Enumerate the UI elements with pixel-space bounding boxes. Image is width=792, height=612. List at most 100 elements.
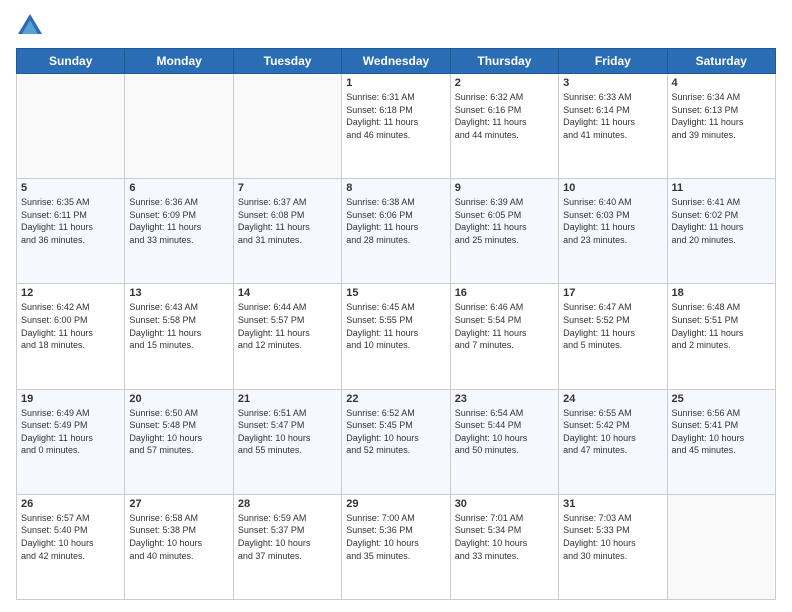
- day-number: 8: [346, 182, 445, 194]
- day-info: Sunrise: 7:01 AM Sunset: 5:34 PM Dayligh…: [455, 512, 554, 562]
- day-info: Sunrise: 7:03 AM Sunset: 5:33 PM Dayligh…: [563, 512, 662, 562]
- day-info: Sunrise: 6:44 AM Sunset: 5:57 PM Dayligh…: [238, 301, 337, 351]
- day-info: Sunrise: 6:57 AM Sunset: 5:40 PM Dayligh…: [21, 512, 120, 562]
- calendar-cell: 27 Sunrise: 6:58 AM Sunset: 5:38 PM Dayli…: [125, 494, 233, 599]
- day-header-sunday: Sunday: [17, 49, 125, 74]
- calendar-cell: 7 Sunrise: 6:37 AM Sunset: 6:08 PM Daylig…: [233, 179, 341, 284]
- day-header-tuesday: Tuesday: [233, 49, 341, 74]
- calendar-cell: 21 Sunrise: 6:51 AM Sunset: 5:47 PM Dayli…: [233, 389, 341, 494]
- calendar-cell: 18 Sunrise: 6:48 AM Sunset: 5:51 PM Dayli…: [667, 284, 775, 389]
- calendar-cell: [17, 74, 125, 179]
- day-number: 3: [563, 77, 662, 89]
- calendar: SundayMondayTuesdayWednesdayThursdayFrid…: [16, 48, 776, 600]
- day-number: 11: [672, 182, 771, 194]
- calendar-cell: 20 Sunrise: 6:50 AM Sunset: 5:48 PM Dayli…: [125, 389, 233, 494]
- day-number: 14: [238, 287, 337, 299]
- calendar-cell: 19 Sunrise: 6:49 AM Sunset: 5:49 PM Dayli…: [17, 389, 125, 494]
- calendar-cell: 24 Sunrise: 6:55 AM Sunset: 5:42 PM Dayli…: [559, 389, 667, 494]
- logo-icon: [16, 12, 44, 40]
- calendar-cell: 3 Sunrise: 6:33 AM Sunset: 6:14 PM Daylig…: [559, 74, 667, 179]
- calendar-cell: [125, 74, 233, 179]
- day-number: 23: [455, 393, 554, 405]
- day-info: Sunrise: 6:51 AM Sunset: 5:47 PM Dayligh…: [238, 407, 337, 457]
- calendar-cell: 29 Sunrise: 7:00 AM Sunset: 5:36 PM Dayli…: [342, 494, 450, 599]
- calendar-cell: 12Sunrise: 6:42 AM Sunset: 6:00 PM Dayli…: [17, 284, 125, 389]
- week-row-3: 12Sunrise: 6:42 AM Sunset: 6:00 PM Dayli…: [17, 284, 776, 389]
- calendar-cell: 11Sunrise: 6:41 AM Sunset: 6:02 PM Dayli…: [667, 179, 775, 284]
- day-number: 2: [455, 77, 554, 89]
- day-number: 31: [563, 498, 662, 510]
- day-info: Sunrise: 6:55 AM Sunset: 5:42 PM Dayligh…: [563, 407, 662, 457]
- day-header-wednesday: Wednesday: [342, 49, 450, 74]
- calendar-cell: [233, 74, 341, 179]
- day-number: 29: [346, 498, 445, 510]
- header: [16, 12, 776, 40]
- day-info: Sunrise: 6:39 AM Sunset: 6:05 PM Dayligh…: [455, 196, 554, 246]
- day-info: Sunrise: 6:56 AM Sunset: 5:41 PM Dayligh…: [672, 407, 771, 457]
- day-number: 7: [238, 182, 337, 194]
- calendar-cell: 26 Sunrise: 6:57 AM Sunset: 5:40 PM Dayli…: [17, 494, 125, 599]
- week-row-1: 1 Sunrise: 6:31 AM Sunset: 6:18 PM Daylig…: [17, 74, 776, 179]
- week-row-4: 19 Sunrise: 6:49 AM Sunset: 5:49 PM Dayli…: [17, 389, 776, 494]
- day-number: 1: [346, 77, 445, 89]
- calendar-cell: 28Sunrise: 6:59 AM Sunset: 5:37 PM Dayli…: [233, 494, 341, 599]
- calendar-cell: 9 Sunrise: 6:39 AM Sunset: 6:05 PM Daylig…: [450, 179, 558, 284]
- day-info: Sunrise: 7:00 AM Sunset: 5:36 PM Dayligh…: [346, 512, 445, 562]
- day-info: Sunrise: 6:40 AM Sunset: 6:03 PM Dayligh…: [563, 196, 662, 246]
- day-number: 10: [563, 182, 662, 194]
- day-number: 26: [21, 498, 120, 510]
- calendar-cell: 25Sunrise: 6:56 AM Sunset: 5:41 PM Dayli…: [667, 389, 775, 494]
- day-number: 27: [129, 498, 228, 510]
- calendar-cell: 31 Sunrise: 7:03 AM Sunset: 5:33 PM Dayli…: [559, 494, 667, 599]
- day-info: Sunrise: 6:35 AM Sunset: 6:11 PM Dayligh…: [21, 196, 120, 246]
- day-header-saturday: Saturday: [667, 49, 775, 74]
- day-info: Sunrise: 6:49 AM Sunset: 5:49 PM Dayligh…: [21, 407, 120, 457]
- day-number: 12: [21, 287, 120, 299]
- calendar-cell: 13 Sunrise: 6:43 AM Sunset: 5:58 PM Dayli…: [125, 284, 233, 389]
- day-info: Sunrise: 6:43 AM Sunset: 5:58 PM Dayligh…: [129, 301, 228, 351]
- day-info: Sunrise: 6:32 AM Sunset: 6:16 PM Dayligh…: [455, 91, 554, 141]
- day-number: 18: [672, 287, 771, 299]
- day-number: 6: [129, 182, 228, 194]
- calendar-cell: 16Sunrise: 6:46 AM Sunset: 5:54 PM Dayli…: [450, 284, 558, 389]
- day-info: Sunrise: 6:54 AM Sunset: 5:44 PM Dayligh…: [455, 407, 554, 457]
- calendar-cell: 23 Sunrise: 6:54 AM Sunset: 5:44 PM Dayli…: [450, 389, 558, 494]
- day-number: 21: [238, 393, 337, 405]
- day-info: Sunrise: 6:48 AM Sunset: 5:51 PM Dayligh…: [672, 301, 771, 351]
- day-info: Sunrise: 6:58 AM Sunset: 5:38 PM Dayligh…: [129, 512, 228, 562]
- calendar-cell: 15Sunrise: 6:45 AM Sunset: 5:55 PM Dayli…: [342, 284, 450, 389]
- day-number: 9: [455, 182, 554, 194]
- day-number: 22: [346, 393, 445, 405]
- day-info: Sunrise: 6:36 AM Sunset: 6:09 PM Dayligh…: [129, 196, 228, 246]
- day-info: Sunrise: 6:59 AM Sunset: 5:37 PM Dayligh…: [238, 512, 337, 562]
- calendar-cell: 14 Sunrise: 6:44 AM Sunset: 5:57 PM Dayli…: [233, 284, 341, 389]
- calendar-cell: 8 Sunrise: 6:38 AM Sunset: 6:06 PM Daylig…: [342, 179, 450, 284]
- calendar-cell: 22 Sunrise: 6:52 AM Sunset: 5:45 PM Dayli…: [342, 389, 450, 494]
- day-header-monday: Monday: [125, 49, 233, 74]
- day-info: Sunrise: 6:31 AM Sunset: 6:18 PM Dayligh…: [346, 91, 445, 141]
- calendar-cell: 2 Sunrise: 6:32 AM Sunset: 6:16 PM Daylig…: [450, 74, 558, 179]
- week-row-2: 5Sunrise: 6:35 AM Sunset: 6:11 PM Daylig…: [17, 179, 776, 284]
- calendar-cell: 17Sunrise: 6:47 AM Sunset: 5:52 PM Dayli…: [559, 284, 667, 389]
- day-info: Sunrise: 6:37 AM Sunset: 6:08 PM Dayligh…: [238, 196, 337, 246]
- day-number: 17: [563, 287, 662, 299]
- day-number: 20: [129, 393, 228, 405]
- calendar-cell: 30Sunrise: 7:01 AM Sunset: 5:34 PM Dayli…: [450, 494, 558, 599]
- day-number: 13: [129, 287, 228, 299]
- day-number: 19: [21, 393, 120, 405]
- day-info: Sunrise: 6:50 AM Sunset: 5:48 PM Dayligh…: [129, 407, 228, 457]
- day-number: 16: [455, 287, 554, 299]
- day-number: 15: [346, 287, 445, 299]
- day-number: 4: [672, 77, 771, 89]
- day-info: Sunrise: 6:52 AM Sunset: 5:45 PM Dayligh…: [346, 407, 445, 457]
- day-info: Sunrise: 6:33 AM Sunset: 6:14 PM Dayligh…: [563, 91, 662, 141]
- calendar-cell: 5Sunrise: 6:35 AM Sunset: 6:11 PM Daylig…: [17, 179, 125, 284]
- calendar-cell: [667, 494, 775, 599]
- page: SundayMondayTuesdayWednesdayThursdayFrid…: [0, 0, 792, 612]
- day-header-thursday: Thursday: [450, 49, 558, 74]
- calendar-cell: 6 Sunrise: 6:36 AM Sunset: 6:09 PM Daylig…: [125, 179, 233, 284]
- calendar-header-row: SundayMondayTuesdayWednesdayThursdayFrid…: [17, 49, 776, 74]
- day-info: Sunrise: 6:38 AM Sunset: 6:06 PM Dayligh…: [346, 196, 445, 246]
- week-row-5: 26 Sunrise: 6:57 AM Sunset: 5:40 PM Dayli…: [17, 494, 776, 599]
- day-number: 24: [563, 393, 662, 405]
